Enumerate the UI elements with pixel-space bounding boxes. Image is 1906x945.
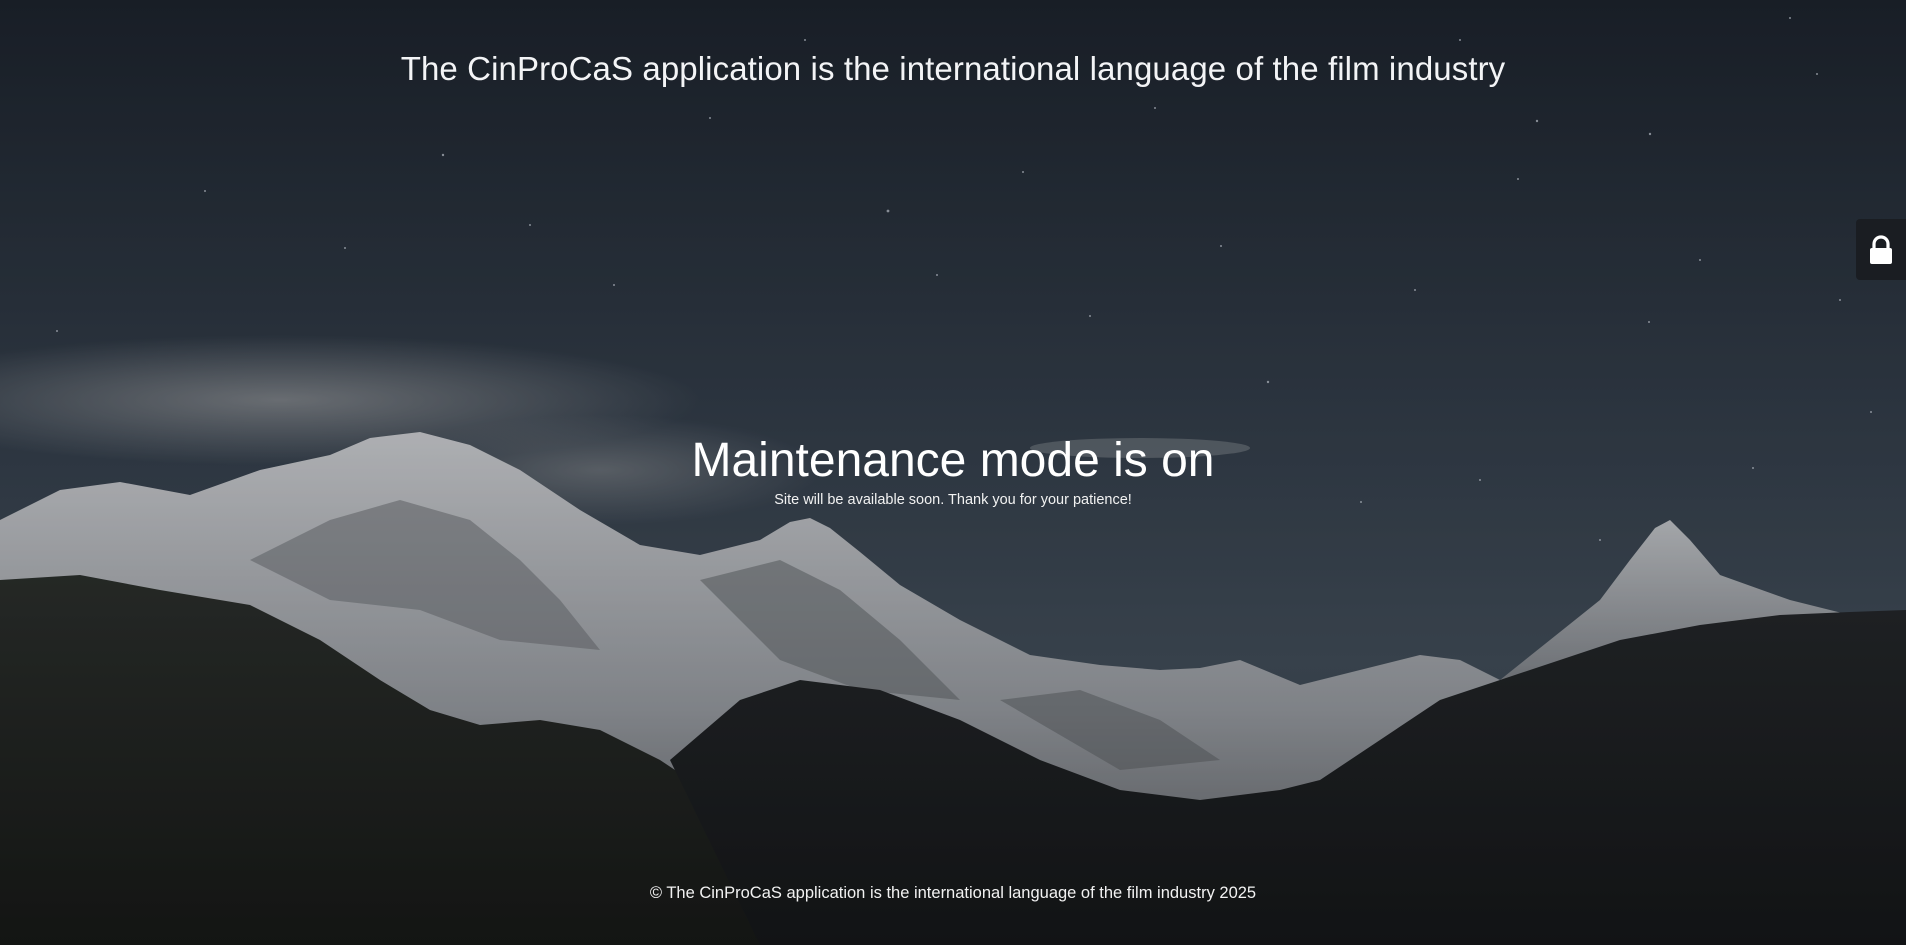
footer-copyright: © The CinProCaS application is the inter… (649, 884, 1257, 902)
maintenance-subtext: Site will be available soon. Thank you f… (774, 492, 1132, 508)
lock-icon (1868, 234, 1894, 265)
maintenance-message: Maintenance mode is on Site will be avai… (0, 432, 1906, 508)
login-tab-button[interactable] (1856, 219, 1906, 280)
site-title: The CinProCaS application is the interna… (400, 50, 1506, 87)
maintenance-page: The CinProCaS application is the interna… (0, 0, 1906, 945)
maintenance-headline: Maintenance mode is on (691, 434, 1215, 487)
